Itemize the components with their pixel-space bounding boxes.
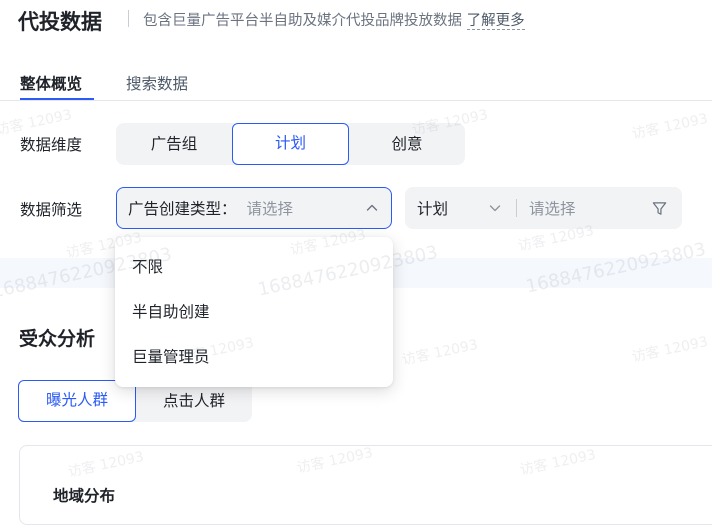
dimension-option-plan[interactable]: 计划	[232, 123, 349, 165]
filter-icon[interactable]	[651, 200, 668, 217]
audience-option-exposure[interactable]: 曝光人群	[18, 380, 136, 422]
subtitle-text: 包含巨量广告平台半自助及媒介代投品牌投放数据	[143, 13, 462, 29]
plan-filter-combo: 计划 请选择	[405, 187, 682, 229]
chevron-up-icon	[366, 204, 378, 211]
tab-search-data[interactable]: 搜索数据	[126, 72, 188, 94]
dropdown-option-ocean-engine-admin[interactable]: 巨量管理员	[115, 337, 393, 377]
ad-creation-type-select[interactable]: 广告创建类型： 请选择	[116, 187, 392, 229]
watermark-text: 访客 12093	[630, 110, 710, 143]
combo-type-select[interactable]: 计划	[417, 197, 448, 219]
region-distribution-title: 地域分布	[53, 487, 116, 505]
combo-divider	[516, 199, 518, 217]
active-tab-indicator	[20, 98, 94, 100]
page-subtitle: 包含巨量广告平台半自助及媒介代投品牌投放数据 了解更多	[143, 9, 525, 30]
learn-more-link[interactable]: 了解更多	[466, 13, 525, 30]
filter-label: 数据筛选	[20, 201, 83, 219]
audience-section-title: 受众分析	[19, 328, 96, 350]
tab-overview[interactable]: 整体概览	[20, 72, 82, 94]
select-prefix-label: 广告创建类型：	[128, 200, 237, 218]
dimension-option-ad-group[interactable]: 广告组	[116, 123, 232, 165]
combo-search-input[interactable]: 请选择	[529, 197, 651, 219]
select-placeholder: 请选择	[246, 200, 294, 218]
dropdown-option-semi-self-service[interactable]: 半自助创建	[115, 292, 393, 332]
chevron-down-icon[interactable]	[488, 201, 502, 215]
watermark-text: 访客 12093	[630, 333, 710, 366]
dropdown-option-unlimited[interactable]: 不限	[115, 247, 393, 287]
dimension-option-creative[interactable]: 创意	[349, 123, 465, 165]
watermark-text: 访客 12093	[400, 336, 480, 369]
title-divider	[128, 10, 129, 27]
tabs-divider	[0, 100, 712, 101]
dimension-label: 数据维度	[20, 136, 83, 154]
region-distribution-card	[19, 445, 712, 525]
page-title: 代投数据	[18, 10, 102, 34]
ad-creation-type-dropdown: 不限 半自助创建 巨量管理员	[115, 237, 393, 387]
